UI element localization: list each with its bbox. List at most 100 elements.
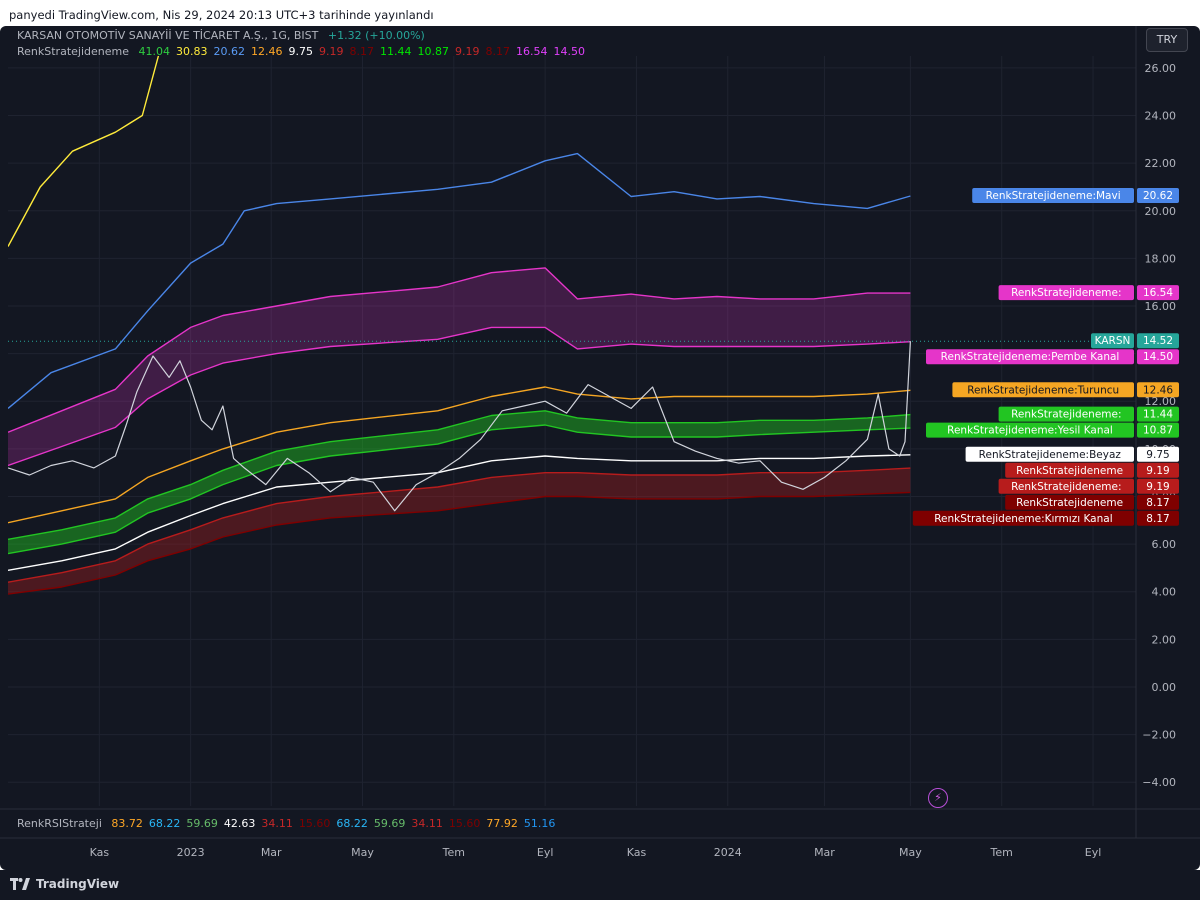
indicator-name[interactable]: RenkStratejideneme	[17, 45, 129, 58]
symbol-legend[interactable]: KARSAN OTOMOTİV SANAYİİ VE TİCARET A.Ş.,…	[17, 29, 431, 42]
rsi-values: 83.72 68.22 59.69 42.63 34.11 15.60 68.22 59.69…	[111, 817, 561, 830]
currency-button[interactable]: TRY	[1146, 28, 1188, 52]
indicator-value: 12.46	[250, 45, 283, 58]
chart-frame[interactable]: 26.0024.0022.0020.0018.0016.0014.0012.00…	[0, 26, 1200, 870]
price-value-text: 14.52	[1143, 335, 1173, 347]
x-tick-label: Mar	[814, 846, 835, 859]
price-label[interactable]: KARSN 14.52	[1091, 333, 1179, 349]
tradingview-logo-icon	[10, 878, 30, 890]
x-tick-label: 2023	[177, 846, 205, 859]
rsi-value: 68.22	[148, 817, 181, 830]
indicator-value: 9.75	[288, 45, 313, 58]
price-label[interactable]: RenkStratejideneme: 11.44	[998, 406, 1179, 422]
rsi-value: 34.11	[411, 817, 443, 830]
indicator-value: 16.54	[515, 45, 548, 58]
publish-text: panyedi TradingView.com, Nis 29, 2024 20…	[9, 8, 434, 22]
indicator-line	[8, 56, 160, 247]
price-label[interactable]: RenkStratejideneme:Pembe Kanal 14.50	[926, 349, 1179, 365]
symbol-title[interactable]: KARSAN OTOMOTİV SANAYİİ VE TİCARET A.Ş.,…	[17, 29, 318, 42]
price-label-text: RenkStratejideneme:Kırmızı Kanal	[934, 513, 1112, 525]
x-tick-label: May	[899, 846, 922, 859]
y-tick-label: −4.00	[1142, 776, 1176, 789]
indicator-value: 8.17	[485, 45, 510, 58]
price-value-text: 14.50	[1143, 351, 1173, 363]
price-value-text: 20.62	[1143, 190, 1173, 202]
tradingview-logo[interactable]: TradingView	[10, 877, 119, 891]
price-label-text: RenkStratejideneme:	[1011, 409, 1121, 421]
price-label[interactable]: RenkStratejideneme 8.17	[1005, 494, 1179, 510]
price-label-text: RenkStratejideneme:Turuncu	[967, 384, 1119, 396]
chart-canvas[interactable]: 26.0024.0022.0020.0018.0016.0014.0012.00…	[0, 26, 1200, 870]
rsi-indicator-name[interactable]: RenkRSIStrateji	[17, 817, 102, 830]
indicator-legend[interactable]: RenkStratejideneme 41.04 30.83 20.62 12.46 9…	[17, 45, 597, 58]
x-tick-label: May	[351, 846, 374, 859]
channel-fill	[8, 468, 911, 595]
y-tick-label: 22.00	[1145, 157, 1177, 170]
rsi-value: 15.60	[448, 817, 481, 830]
x-tick-label: 2024	[714, 846, 742, 859]
y-tick-label: 4.00	[1152, 586, 1177, 599]
indicator-value: 8.17	[349, 45, 374, 58]
indicator-value: 9.19	[454, 45, 480, 58]
price-label-text: RenkStratejideneme:Mavi	[986, 190, 1121, 202]
price-value-text: 12.46	[1143, 384, 1173, 396]
price-value-text: 8.17	[1146, 513, 1169, 525]
y-tick-label: 24.00	[1145, 110, 1177, 123]
x-tick-label: Tem	[990, 846, 1013, 859]
x-tick-label: Tem	[442, 846, 465, 859]
price-label[interactable]: RenkStratejideneme: 9.19	[998, 478, 1179, 494]
rsi-value: 59.69	[373, 817, 406, 830]
x-tick-label: Kas	[627, 846, 647, 859]
price-label[interactable]: RenkStratejideneme:Mavi 20.62	[972, 188, 1179, 203]
price-label-text: RenkStratejideneme:	[1011, 481, 1121, 493]
brand-name: TradingView	[36, 877, 120, 891]
price-label[interactable]: RenkStratejideneme:Beyaz 9.75	[965, 446, 1179, 462]
price-label-text: RenkStratejideneme:	[1011, 287, 1121, 299]
price-label-text: RenkStratejideneme:Yesil Kanal	[947, 425, 1113, 437]
indicator-value: 11.44	[379, 45, 412, 58]
price-value-text: 9.19	[1146, 465, 1169, 477]
y-tick-label: −2.00	[1142, 729, 1176, 742]
price-value-text: 8.17	[1146, 497, 1169, 509]
y-tick-label: 20.00	[1145, 205, 1177, 218]
indicator-value: 9.19	[318, 45, 344, 58]
lightning-icon[interactable]: ⚡	[928, 788, 948, 808]
price-label-text: KARSN	[1095, 335, 1131, 347]
x-tick-label: Eyl	[1085, 846, 1102, 859]
rsi-value: 77.92	[486, 817, 518, 830]
y-tick-label: 26.00	[1145, 62, 1177, 75]
rsi-value: 34.11	[261, 817, 293, 830]
price-label-text: RenkStratejideneme:Pembe Kanal	[941, 351, 1120, 363]
footer-bar: TradingView	[0, 870, 1200, 900]
price-value-text: 9.75	[1146, 449, 1169, 461]
y-tick-label: 0.00	[1152, 681, 1177, 694]
price-value-text: 16.54	[1143, 287, 1173, 299]
rsi-value: 68.22	[336, 817, 368, 830]
price-label[interactable]: RenkStratejideneme: 16.54	[998, 285, 1179, 301]
rsi-value: 15.60	[298, 817, 331, 830]
x-tick-label: Kas	[90, 846, 110, 859]
symbol-change: +1.32 (+10.00%)	[327, 29, 425, 42]
price-label-text: RenkStratejideneme	[1016, 465, 1123, 477]
rsi-value: 42.63	[223, 817, 256, 830]
price-label[interactable]: RenkStratejideneme:Yesil Kanal 10.87	[926, 422, 1179, 438]
indicator-value: 14.50	[553, 45, 585, 58]
y-tick-label: 2.00	[1152, 633, 1177, 646]
price-label-text: RenkStratejideneme	[1016, 497, 1123, 509]
indicator-value: 10.87	[417, 45, 449, 58]
price-value-text: 9.19	[1146, 481, 1169, 493]
price-label[interactable]: RenkStratejideneme:Kırmızı Kanal 8.17	[912, 510, 1179, 526]
indicator-value: 20.62	[213, 45, 245, 58]
indicator-value: 41.04	[138, 45, 170, 58]
price-value-text: 11.44	[1143, 409, 1173, 421]
price-label[interactable]: RenkStratejideneme:Turuncu 12.46	[952, 382, 1179, 398]
rsi-legend[interactable]: RenkRSIStrateji 83.72 68.22 59.69 42.63 34.1…	[17, 817, 567, 830]
price-label-text: RenkStratejideneme:Beyaz	[979, 449, 1122, 461]
plot-area	[8, 56, 1136, 806]
indicator-values: 41.04 30.83 20.62 12.46 9.75 9.19 8.17 11.44 10.…	[138, 45, 591, 58]
y-tick-label: 18.00	[1145, 252, 1177, 265]
x-tick-label: Mar	[261, 846, 282, 859]
price-label[interactable]: RenkStratejideneme 9.19	[1005, 462, 1179, 478]
price-value-text: 10.87	[1143, 425, 1173, 437]
indicator-value: 30.83	[175, 45, 208, 58]
